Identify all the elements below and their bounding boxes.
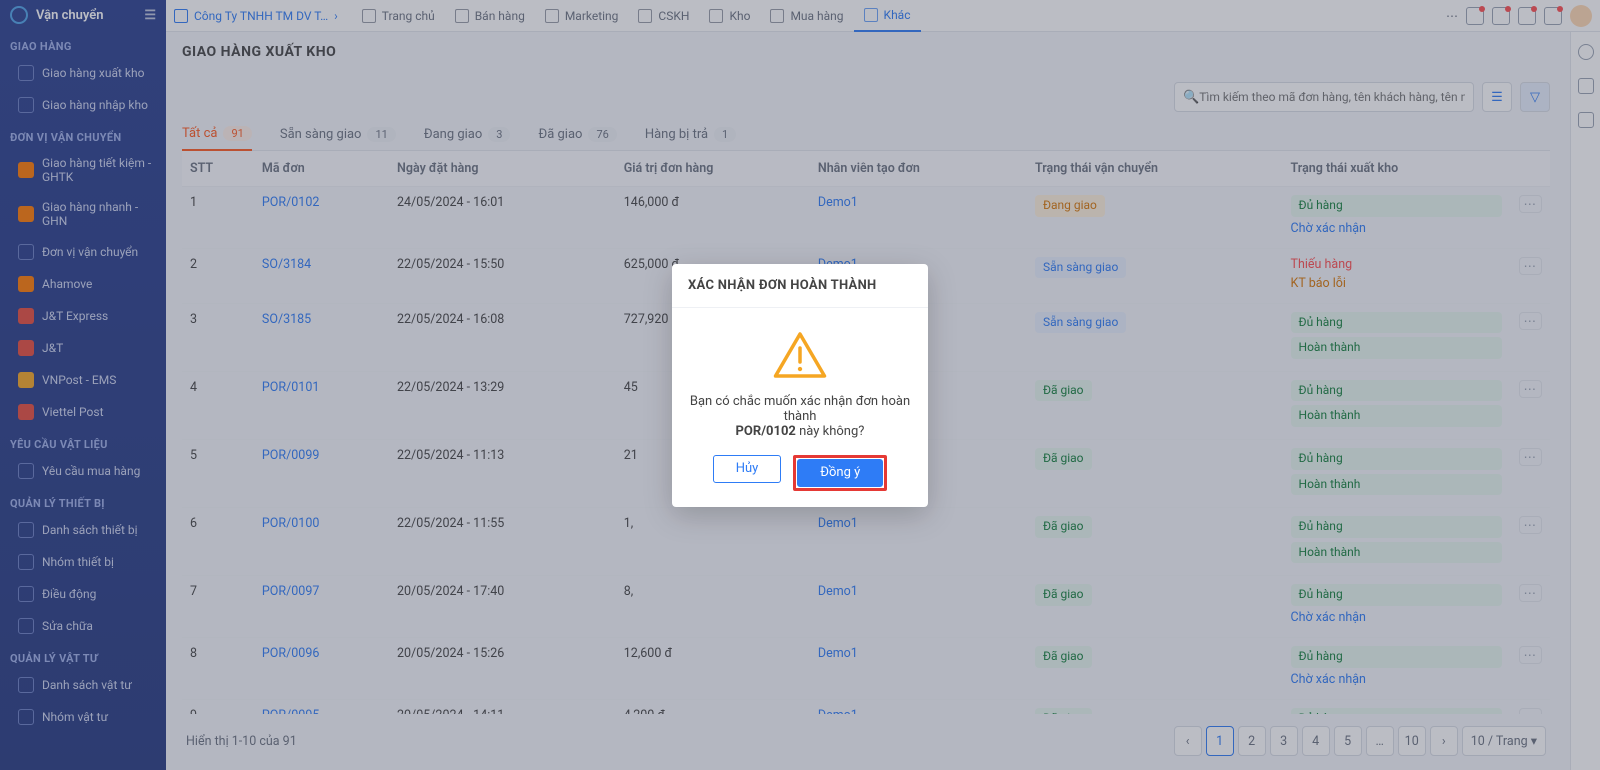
cancel-button[interactable]: Hủy [713, 455, 782, 483]
confirm-button[interactable]: Đồng ý [797, 459, 883, 487]
warning-icon [772, 330, 828, 380]
modal-title: XÁC NHẬN ĐƠN HOÀN THÀNH [672, 264, 928, 308]
confirm-modal: XÁC NHẬN ĐƠN HOÀN THÀNH Bạn có chắc muốn… [672, 264, 928, 507]
modal-overlay: XÁC NHẬN ĐƠN HOÀN THÀNH Bạn có chắc muốn… [0, 0, 1600, 770]
confirm-highlight: Đồng ý [793, 455, 887, 491]
modal-message: Bạn có chắc muốn xác nhận đơn hoàn thành… [686, 394, 914, 439]
